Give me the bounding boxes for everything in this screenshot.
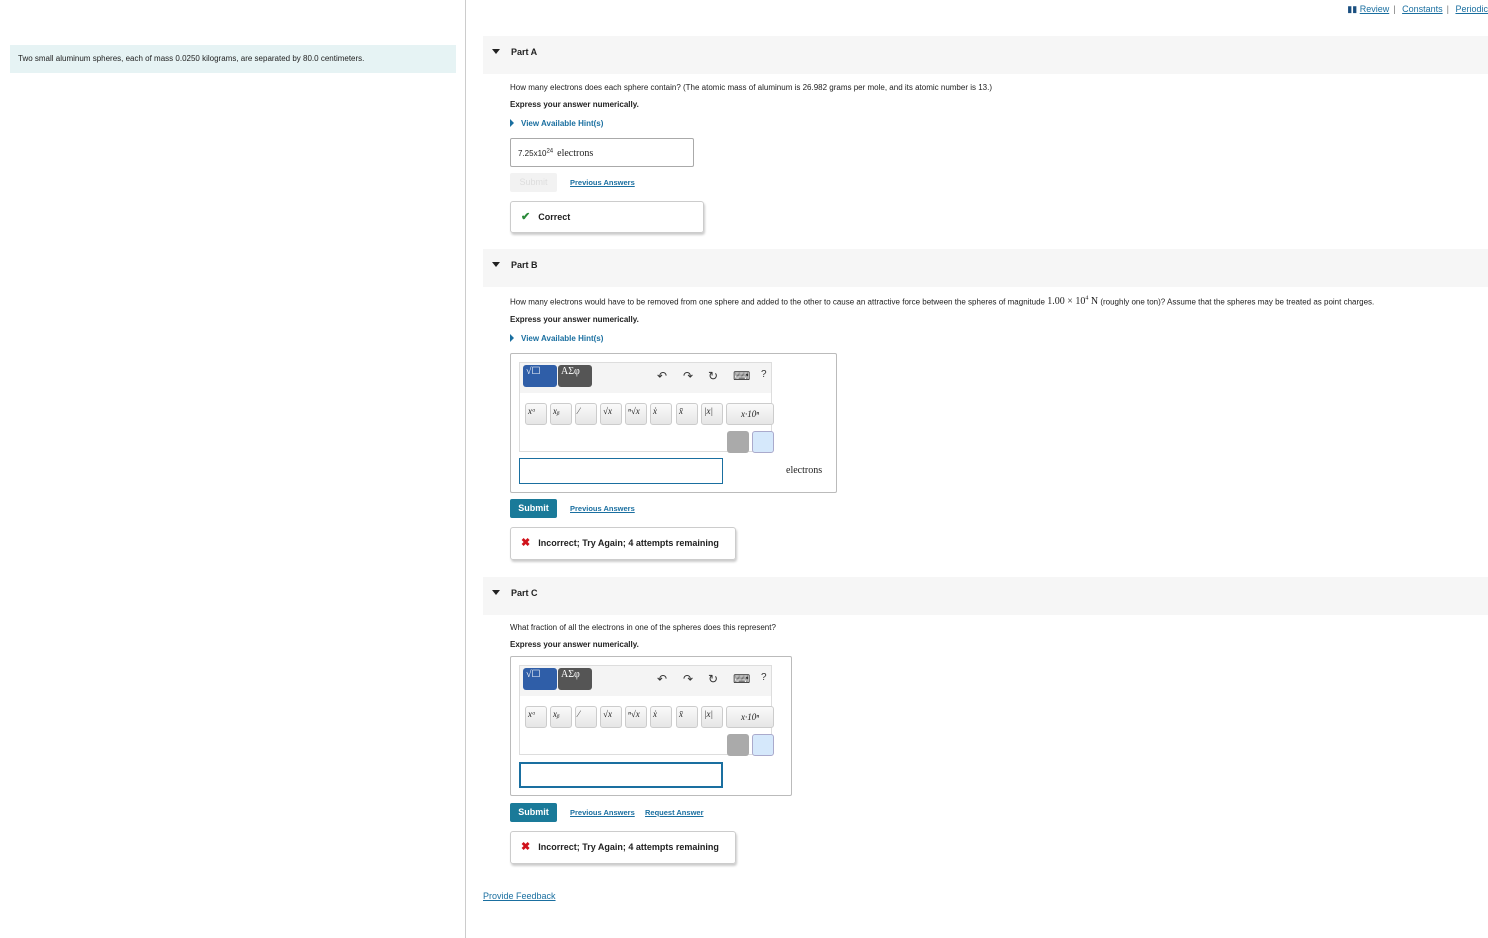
part-c-answer-input[interactable]: [519, 762, 723, 788]
submit-button[interactable]: Submit: [510, 499, 557, 518]
nth-root-key[interactable]: ⁿ√x: [625, 403, 647, 425]
keyboard-toggle-icon[interactable]: [752, 431, 774, 453]
submit-button[interactable]: Submit: [510, 803, 557, 822]
collapse-icon: [492, 262, 500, 267]
express-label: Express your answer numerically.: [510, 315, 639, 324]
help-icon[interactable]: ?: [761, 672, 767, 683]
sci-notation-key[interactable]: x·10ⁿ: [726, 403, 774, 425]
hint-toggle[interactable]: View Available Hint(s): [510, 119, 603, 128]
collapse-icon: [492, 590, 500, 595]
keyboard-icon[interactable]: ⌨: [733, 369, 750, 383]
sci-notation-key[interactable]: x·10ⁿ: [726, 706, 774, 728]
redo-icon[interactable]: ↷: [683, 369, 693, 383]
part-b-question: How many electrons would have to be remo…: [510, 296, 1374, 307]
part-b-answer-input[interactable]: [519, 458, 723, 484]
review-link[interactable]: Review: [1360, 4, 1390, 14]
periodic-link[interactable]: Periodic: [1455, 4, 1488, 14]
subscript-key[interactable]: xᵦ: [550, 706, 572, 728]
express-label: Express your answer numerically.: [510, 640, 639, 649]
undo-icon[interactable]: ↶: [657, 369, 667, 383]
quantity-base: 1.00 × 10: [1047, 296, 1086, 308]
subscript-key[interactable]: xᵦ: [550, 403, 572, 425]
part-b-title: Part B: [511, 260, 538, 270]
delete-icon[interactable]: [727, 431, 749, 453]
x-icon: ✖: [521, 841, 531, 853]
math-toolbar: √☐ ΑΣφ ↶ ↷ ↻ ⌨ ? xᵃ xᵦ ⁄ √x ⁿ√x ẋ x̄ |x…: [519, 362, 774, 453]
previous-answers-link[interactable]: Previous Answers: [570, 504, 635, 513]
greek-button[interactable]: ΑΣφ: [558, 365, 592, 387]
abs-key[interactable]: |x|: [701, 403, 723, 425]
feedback-text: Incorrect; Try Again; 4 attempts remaini…: [538, 842, 719, 852]
part-c-math-editor: √☐ ΑΣφ ↶ ↷ ↻ ⌨ ? xᵃ xᵦ ⁄ √x ⁿ√x ẋ x̄ |x…: [510, 656, 792, 796]
constants-link[interactable]: Constants: [1402, 4, 1443, 14]
undo-icon[interactable]: ↶: [657, 672, 667, 686]
part-c-question: What fraction of all the electrons in on…: [510, 623, 776, 632]
correct-feedback: ✔ Correct: [510, 201, 704, 233]
dot-key[interactable]: ẋ: [650, 706, 672, 728]
keyboard-icon[interactable]: ⌨: [733, 672, 750, 686]
part-a-header[interactable]: Part A: [483, 36, 1488, 74]
problem-statement: Two small aluminum spheres, each of mass…: [10, 45, 456, 73]
greek-button[interactable]: ΑΣφ: [558, 668, 592, 690]
question-text-end: (roughly one ton)? Assume that the spher…: [1098, 297, 1375, 307]
x-icon: ✖: [521, 537, 531, 549]
nth-root-key[interactable]: ⁿ√x: [625, 706, 647, 728]
book-icon: ▮▮: [1347, 4, 1358, 14]
collapse-icon: [492, 49, 500, 54]
previous-answers-link[interactable]: Previous Answers: [570, 178, 635, 187]
answer-mantissa: 7.25x10: [518, 149, 547, 158]
provide-feedback-link[interactable]: Provide Feedback: [483, 891, 556, 901]
delete-icon[interactable]: [727, 734, 749, 756]
force-quantity: 1.00 × 104 N: [1047, 296, 1098, 307]
check-icon: ✔: [521, 211, 531, 223]
top-links: ▮▮ Review | Constants | Periodic: [1347, 4, 1488, 14]
hint-toggle[interactable]: View Available Hint(s): [510, 334, 603, 343]
express-label: Express your answer numerically.: [510, 100, 639, 109]
templates-button[interactable]: √☐: [523, 365, 557, 387]
dot-key[interactable]: ẋ: [650, 403, 672, 425]
problem-panel: Two small aluminum spheres, each of mass…: [0, 0, 466, 938]
part-c-header[interactable]: Part C: [483, 577, 1488, 615]
bar-key[interactable]: x̄: [676, 403, 698, 425]
answer-unit: electrons: [557, 148, 594, 159]
part-b-header[interactable]: Part B: [483, 249, 1488, 287]
part-a-question: How many electrons does each sphere cont…: [510, 83, 992, 92]
incorrect-feedback: ✖ Incorrect; Try Again; 4 attempts remain…: [510, 831, 736, 864]
superscript-key[interactable]: xᵃ: [525, 706, 547, 728]
sqrt-key[interactable]: √x: [600, 706, 622, 728]
reset-icon[interactable]: ↻: [708, 369, 718, 383]
fraction-key[interactable]: ⁄: [575, 706, 597, 728]
keyboard-toggle-icon[interactable]: [752, 734, 774, 756]
templates-button[interactable]: √☐: [523, 668, 557, 690]
help-icon[interactable]: ?: [761, 369, 767, 380]
math-toolbar: √☐ ΑΣφ ↶ ↷ ↻ ⌨ ? xᵃ xᵦ ⁄ √x ⁿ√x ẋ x̄ |x…: [519, 665, 774, 756]
submit-button-disabled: Submit: [510, 173, 557, 192]
superscript-key[interactable]: xᵃ: [525, 403, 547, 425]
abs-key[interactable]: |x|: [701, 706, 723, 728]
redo-icon[interactable]: ↷: [683, 672, 693, 686]
incorrect-feedback: ✖ Incorrect; Try Again; 4 attempts remain…: [510, 527, 736, 560]
bar-key[interactable]: x̄: [676, 706, 698, 728]
previous-answers-link[interactable]: Previous Answers: [570, 808, 635, 817]
feedback-text: Correct: [538, 212, 571, 222]
sqrt-key[interactable]: √x: [600, 403, 622, 425]
unit-label: electrons: [786, 465, 823, 476]
part-c-title: Part C: [511, 588, 538, 598]
feedback-text: Incorrect; Try Again; 4 attempts remaini…: [538, 538, 719, 548]
answer-exponent: 24: [546, 148, 554, 155]
part-b-math-editor: √☐ ΑΣφ ↶ ↷ ↻ ⌨ ? xᵃ xᵦ ⁄ √x ⁿ√x ẋ x̄ |x…: [510, 353, 837, 493]
quantity-unit: N: [1088, 296, 1099, 308]
request-answer-link[interactable]: Request Answer: [645, 808, 704, 817]
part-a-answer: 7.25x1024 electrons: [510, 138, 694, 167]
part-a-title: Part A: [511, 47, 538, 57]
fraction-key[interactable]: ⁄: [575, 403, 597, 425]
reset-icon[interactable]: ↻: [708, 672, 718, 686]
question-text: How many electrons would have to be remo…: [510, 297, 1048, 307]
